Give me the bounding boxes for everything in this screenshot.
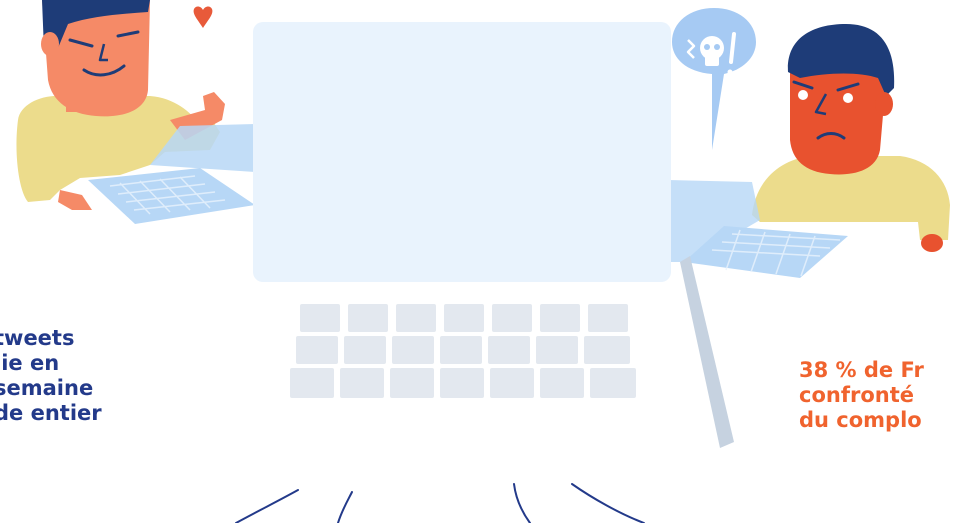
monitor-screen: [253, 22, 671, 282]
left-caption-line: lie en: [0, 351, 60, 375]
right-caption-line: 38 % de Fr: [799, 358, 924, 382]
left-caption: tweets lie en semaine de entier: [0, 326, 102, 426]
right-caption-line: du complo: [799, 408, 922, 432]
left-caption-line: de entier: [0, 401, 102, 425]
cables: [235, 483, 645, 523]
left-caption-line: semaine: [0, 376, 94, 400]
monitor-stand: [680, 256, 734, 448]
right-caption-line: confronté: [799, 383, 914, 407]
left-caption-line: tweets: [0, 326, 75, 350]
heart-icon: [193, 6, 213, 28]
illustration-canvas: [16, 0, 950, 523]
keyboard: [290, 304, 636, 398]
right-person: [752, 24, 950, 252]
speech-bubble: [672, 8, 756, 150]
right-caption: 38 % de Fr confronté du complo: [799, 358, 924, 433]
